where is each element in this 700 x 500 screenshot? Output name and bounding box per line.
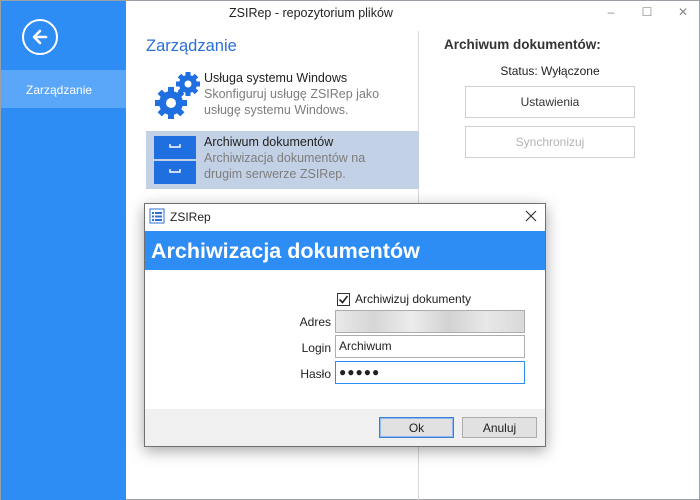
dialog-heading: Archiwizacja dokumentów	[145, 231, 545, 270]
dialog-titlebar: ZSIRep	[145, 204, 545, 230]
sidebar: Zarządzanie	[1, 1, 126, 500]
window-title: ZSIRep - repozytorium plików	[229, 6, 393, 20]
dialog-title: ZSIRep	[170, 210, 211, 224]
archive-checkbox[interactable]	[337, 292, 350, 306]
list-item-title: Archiwum dokumentów	[204, 135, 334, 149]
password-label: Hasło	[300, 367, 331, 381]
cancel-button[interactable]: Anuluj	[462, 417, 537, 438]
back-button[interactable]	[22, 19, 58, 55]
archive-drawer-icon	[154, 136, 196, 184]
password-field[interactable]: ●●●●●	[335, 361, 525, 384]
archive-checkbox-row[interactable]: Archiwizuj dokumenty	[337, 292, 471, 306]
dialog-close-button[interactable]	[521, 206, 541, 226]
address-field[interactable]	[335, 310, 525, 333]
close-button[interactable]: ✕	[674, 5, 692, 19]
login-label: Login	[301, 341, 331, 355]
checkmark-icon	[338, 295, 349, 304]
list-item-document-archive[interactable]: Archiwum dokumentów Archiwizacja dokumen…	[146, 131, 419, 189]
list-item-description: Archiwizacja dokumentów na drugim serwer…	[204, 151, 366, 181]
minimize-button[interactable]: –	[602, 5, 620, 19]
maximize-button[interactable]: ☐	[638, 5, 656, 19]
section-title: Zarządzanie	[146, 37, 237, 55]
ok-button[interactable]: Ok	[379, 417, 454, 438]
app-icon	[149, 208, 165, 224]
address-label: Adres	[299, 315, 331, 329]
status-text: Status: Wyłączone	[500, 64, 600, 78]
list-item-windows-service[interactable]: Usługa systemu Windows Skonfiguruj usług…	[146, 67, 419, 125]
sidebar-item-zarzadzanie[interactable]: Zarządzanie	[1, 70, 126, 108]
archive-checkbox-label: Archiwizuj dokumenty	[355, 292, 472, 306]
close-icon	[525, 210, 537, 222]
arrow-left-icon	[32, 29, 48, 45]
gears-icon	[155, 72, 200, 119]
list-item-description: Skonfiguruj usługę ZSIRep jako usługę sy…	[204, 87, 380, 117]
settings-button[interactable]: Ustawienia	[465, 86, 635, 118]
right-panel-title: Archiwum dokumentów:	[444, 37, 601, 52]
login-field[interactable]: Archiwum	[335, 335, 525, 358]
list-item-title: Usługa systemu Windows	[204, 71, 348, 85]
synchronize-button[interactable]: Synchronizuj	[465, 126, 635, 158]
archive-dialog: ZSIRep Archiwizacja dokumentów Archiwizu…	[144, 203, 546, 447]
